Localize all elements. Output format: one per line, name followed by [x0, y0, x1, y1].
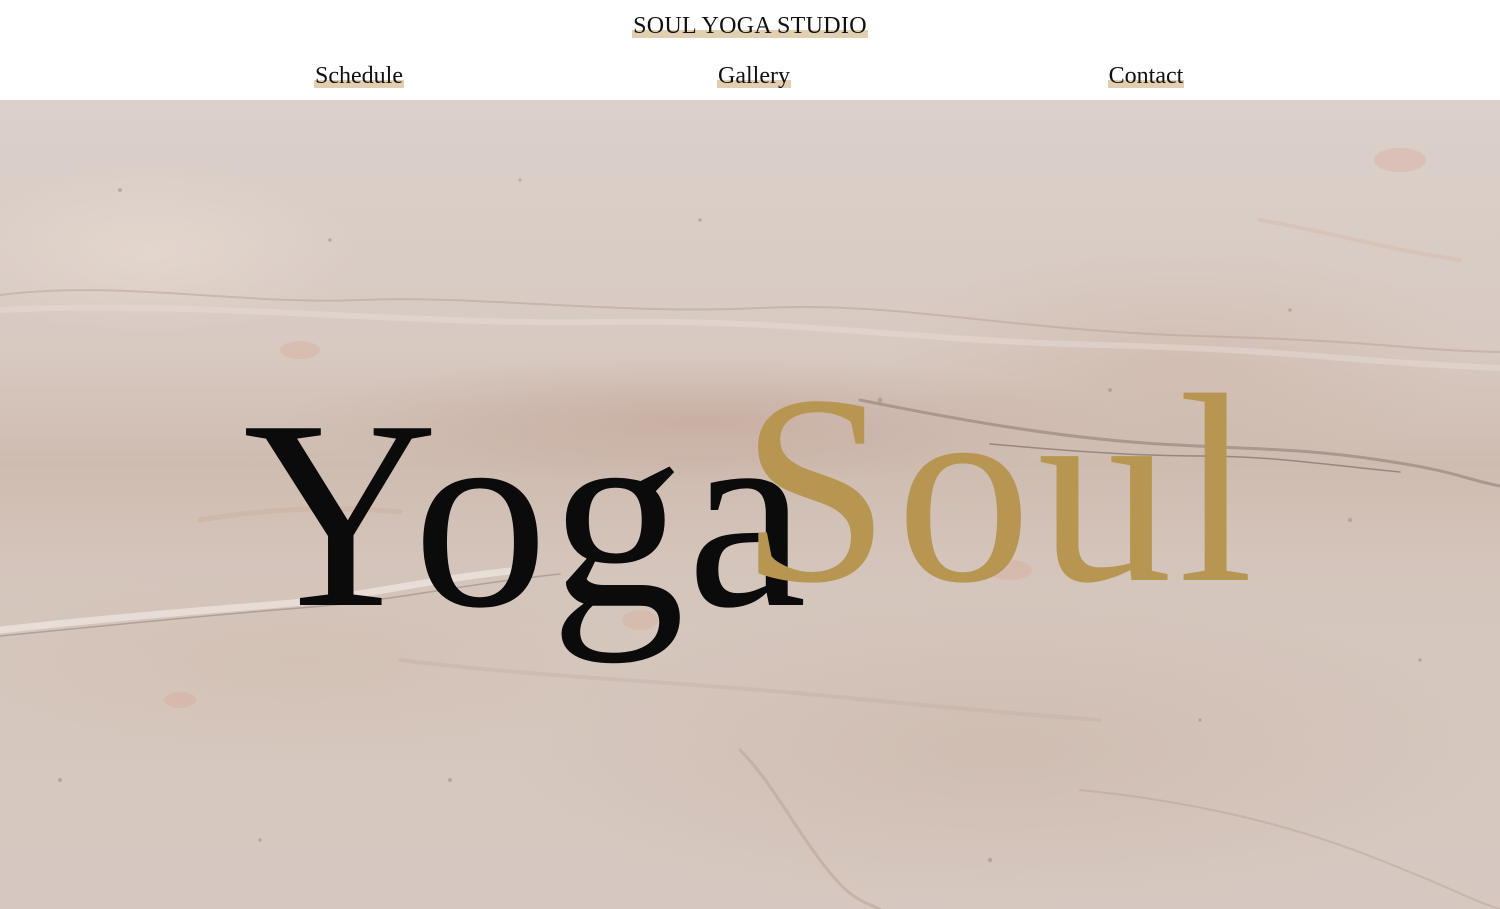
- hero-section: Yoga Soul: [0, 100, 1500, 909]
- site-header: SOUL YOGA STUDIO Schedule Gallery Contac…: [0, 0, 1500, 100]
- nav-link-schedule[interactable]: Schedule: [314, 61, 404, 91]
- site-title-link[interactable]: SOUL YOGA STUDIO: [632, 11, 868, 41]
- hero-word-soul: Soul: [740, 340, 1260, 639]
- nav-item-schedule: Schedule: [249, 61, 469, 91]
- main-nav: Schedule Gallery Contact: [0, 61, 1500, 91]
- hero-word-yoga: Yoga: [243, 365, 809, 664]
- nav-link-contact[interactable]: Contact: [1107, 61, 1185, 91]
- site-title: SOUL YOGA STUDIO: [0, 11, 1500, 41]
- nav-item-gallery: Gallery: [644, 61, 864, 91]
- nav-link-gallery[interactable]: Gallery: [717, 61, 791, 91]
- nav-item-contact: Contact: [1036, 61, 1256, 91]
